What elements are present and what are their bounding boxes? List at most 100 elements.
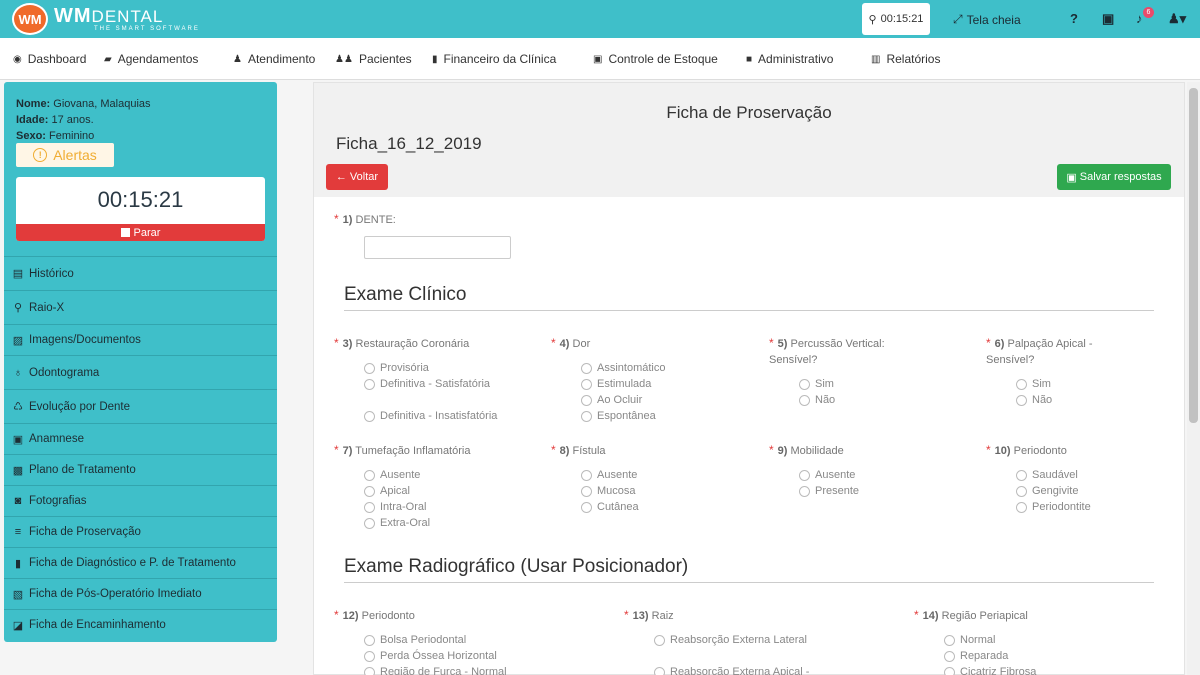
radio-circle-icon[interactable] [581, 470, 592, 481]
nav-dashboard[interactable]: ◉ Dashboard [13, 52, 86, 66]
radio-circle-icon[interactable] [364, 518, 375, 529]
sidebar-item-proservacao[interactable]: ≡ Ficha de Proservação [4, 516, 277, 547]
radio-option[interactable]: Intra-Oral [364, 499, 514, 515]
save-answers-button[interactable]: ▣ Salvar respostas [1057, 164, 1171, 190]
radio-circle-icon[interactable] [364, 363, 375, 374]
radio-option[interactable]: Ausente [364, 467, 514, 483]
radio-option[interactable]: Apical [364, 483, 514, 499]
radio-circle-icon[interactable] [581, 379, 592, 390]
header-timer[interactable]: ⚲ 00:15:21 [862, 3, 930, 35]
sidebar-item-encaminhamento[interactable]: ◪ Ficha de Encaminhamento [4, 609, 277, 640]
radio-circle-icon[interactable] [1016, 395, 1027, 406]
radio-circle-icon[interactable] [799, 470, 810, 481]
radio-option[interactable]: Espontânea [581, 408, 731, 424]
radio-option[interactable]: Provisória [364, 360, 514, 376]
radio-option[interactable]: Saudável [1016, 467, 1166, 483]
radio-option[interactable]: Presente [799, 483, 949, 499]
radio-option[interactable]: Gengivite [1016, 483, 1166, 499]
sidebar-item-diagnostico[interactable]: ▮ Ficha de Diagnóstico e P. de Tratamento [4, 547, 277, 578]
radio-option[interactable]: Cicatriz Fibrosa [944, 664, 1094, 675]
nav-relatorios[interactable]: ▥ Relatórios [871, 52, 940, 66]
radio-circle-icon[interactable] [364, 502, 375, 513]
sidebar-item-fotografias[interactable]: ◙ Fotografias [4, 485, 277, 516]
sidebar-item-pos-operatorio[interactable]: ▧ Ficha de Pós-Operatório Imediato [4, 578, 277, 609]
radio-circle-icon[interactable] [581, 395, 592, 406]
radio-circle-icon[interactable] [944, 651, 955, 662]
dente-input[interactable] [364, 236, 511, 259]
patient-info: Nome: Giovana, Malaquias Idade: 17 anos.… [16, 98, 151, 142]
bell-icon[interactable]: ♪ [1136, 11, 1143, 26]
radio-circle-icon[interactable] [364, 486, 375, 497]
radio-circle-icon[interactable] [1016, 470, 1027, 481]
radio-option[interactable]: Normal [944, 632, 1094, 648]
radio-circle-icon[interactable] [1016, 486, 1027, 497]
radio-circle-icon[interactable] [581, 411, 592, 422]
radio-option[interactable]: Sim [1016, 376, 1166, 392]
radio-circle-icon[interactable] [581, 363, 592, 374]
radio-option[interactable]: Bolsa Periodontal [364, 632, 524, 648]
radio-option[interactable]: Ao Ocluir [581, 392, 731, 408]
radio-circle-icon[interactable] [364, 379, 375, 390]
radio-circle-icon[interactable] [799, 486, 810, 497]
page-scrollbar[interactable] [1187, 82, 1200, 675]
radio-circle-icon[interactable] [799, 379, 810, 390]
radio-circle-icon[interactable] [581, 486, 592, 497]
radio-circle-icon[interactable] [654, 635, 665, 646]
radio-option[interactable]: Definitiva - Insatisfatória [364, 408, 514, 424]
radio-option[interactable]: Não [1016, 392, 1166, 408]
nav-administrativo[interactable]: ■ Administrativo [746, 52, 833, 66]
back-button[interactable]: ← Voltar [326, 164, 388, 190]
radio-option[interactable]: Estimulada [581, 376, 731, 392]
brand-logo[interactable]: WM WMDENTAL THE SMART SOFTWARE [12, 3, 200, 35]
radio-option[interactable]: Definitiva - Satisfatória [364, 376, 514, 392]
sidebar-item-evolucao[interactable]: ♺ Evolução por Dente [4, 389, 277, 423]
nav-agendamentos[interactable]: ▰ Agendamentos [104, 52, 198, 66]
radio-option[interactable]: Perda Óssea Horizontal [364, 648, 524, 664]
scrollbar-thumb[interactable] [1189, 88, 1198, 423]
nav-financeiro[interactable]: ▮ Financeiro da Clínica [432, 52, 556, 66]
fullscreen-button[interactable]: ⤢ Tela cheia [953, 12, 1021, 27]
chart-box-icon[interactable]: ▣ [1102, 11, 1114, 27]
copy-icon: ▧ [12, 588, 24, 601]
radio-circle-icon[interactable] [364, 635, 375, 646]
radio-circle-icon[interactable] [944, 667, 955, 675]
radio-circle-icon[interactable] [364, 651, 375, 662]
radio-circle-icon[interactable] [364, 411, 375, 422]
alerts-button[interactable]: ! Alertas [16, 143, 114, 167]
exclamation-circle-icon: ! [33, 148, 48, 162]
user-menu-icon[interactable]: ♟▾ [1168, 11, 1186, 27]
radio-option[interactable]: Reabsorção Externa Apical - Arredondada [654, 664, 824, 675]
radio-circle-icon[interactable] [799, 395, 810, 406]
radio-circle-icon[interactable] [364, 470, 375, 481]
radio-option[interactable]: Não [799, 392, 949, 408]
sidebar-item-raio-x[interactable]: ⚲ Raio-X [4, 290, 277, 324]
nav-pacientes[interactable]: ♟♟ Pacientes [335, 52, 412, 66]
radio-option[interactable]: Sim [799, 376, 949, 392]
external-link-icon: ◪ [12, 619, 24, 632]
sidebar-item-plano[interactable]: ▩ Plano de Tratamento [4, 454, 277, 485]
sidebar-item-odontograma[interactable]: ♁ Odontograma [4, 355, 277, 389]
radio-circle-icon[interactable] [581, 502, 592, 513]
nav-estoque[interactable]: ▣ Controle de Estoque [593, 52, 718, 66]
sidebar-item-imagens[interactable]: ▨ Imagens/Documentos [4, 324, 277, 355]
radio-option[interactable]: Cutânea [581, 499, 731, 515]
radio-circle-icon[interactable] [944, 635, 955, 646]
stop-button[interactable]: Parar [16, 224, 265, 241]
radio-circle-icon[interactable] [364, 667, 375, 675]
radio-option[interactable]: Mucosa [581, 483, 731, 499]
radio-option[interactable]: Ausente [581, 467, 731, 483]
sidebar-item-anamnese[interactable]: ▣ Anamnese [4, 423, 277, 454]
radio-option[interactable]: Assintomático [581, 360, 731, 376]
nav-atendimento[interactable]: ♟ Atendimento [233, 52, 315, 66]
radio-circle-icon[interactable] [1016, 379, 1027, 390]
radio-circle-icon[interactable] [1016, 502, 1027, 513]
radio-option[interactable]: Extra-Oral [364, 515, 514, 531]
help-icon[interactable]: ? [1070, 11, 1078, 26]
sidebar-item-historico[interactable]: ▤ Histórico [4, 256, 277, 290]
radio-circle-icon[interactable] [654, 667, 665, 675]
radio-option[interactable]: Reabsorção Externa Lateral [654, 632, 824, 648]
radio-option[interactable]: Ausente [799, 467, 949, 483]
radio-option[interactable]: Reparada [944, 648, 1094, 664]
radio-option[interactable]: Periodontite [1016, 499, 1166, 515]
radio-option[interactable]: Região de Furca - Normal [364, 664, 524, 675]
